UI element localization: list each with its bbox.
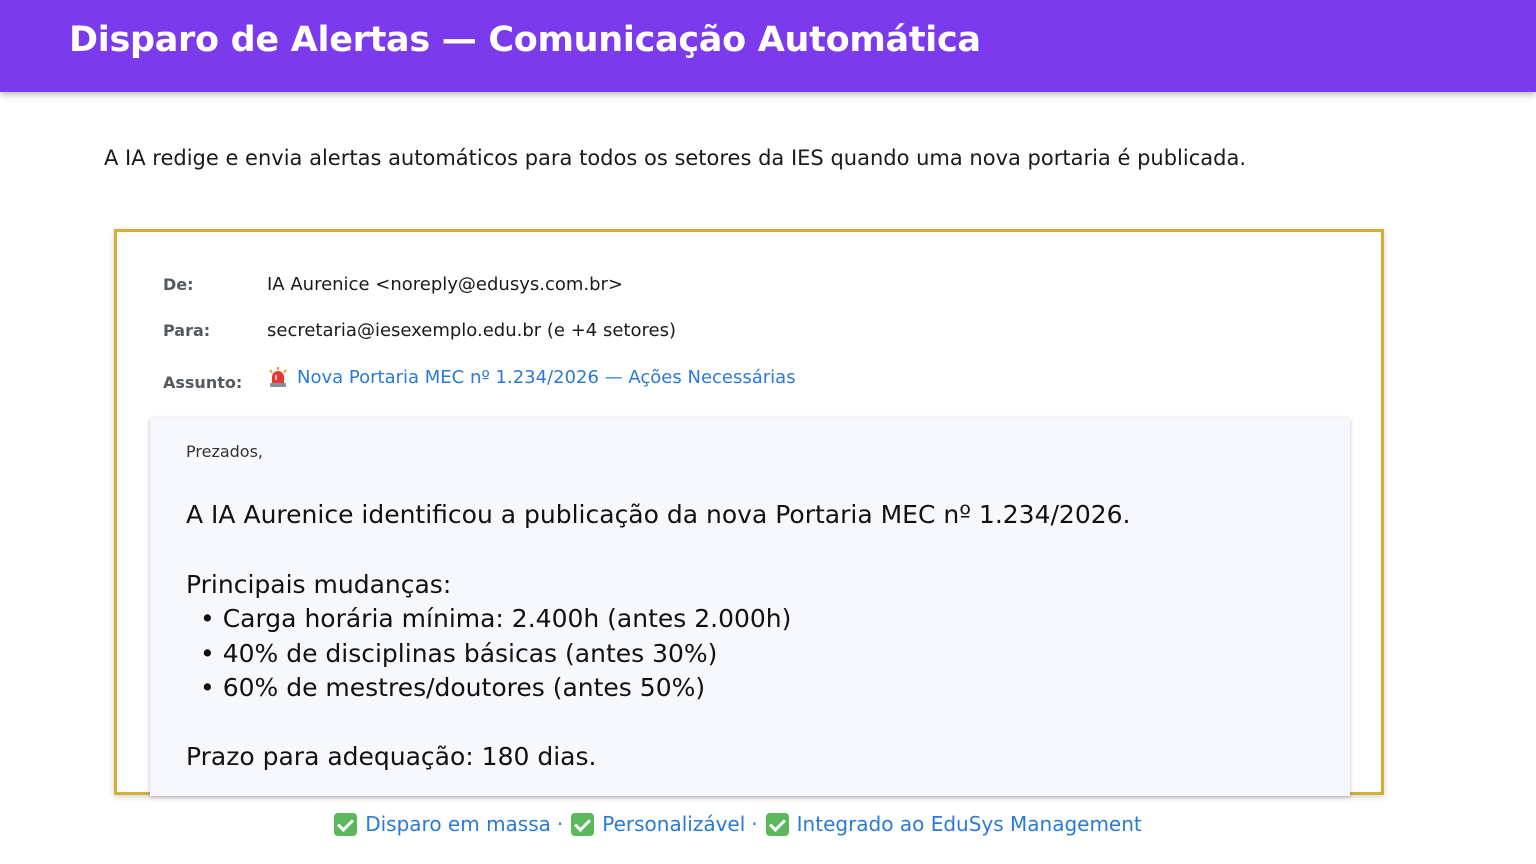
check-icon xyxy=(765,812,789,836)
body-line-1: A IA Aurenice identificou a publicação d… xyxy=(186,500,1131,529)
to-value: secretaria@iesexemplo.edu.br (e +4 setor… xyxy=(267,320,676,341)
email-preview: De: IA Aurenice <noreply@edusys.com.br> … xyxy=(114,229,1384,796)
to-row: Para: secretaria@iesexemplo.edu.br (e +4… xyxy=(163,320,676,341)
intro-text: A IA redige e envia alertas automáticos … xyxy=(104,146,1246,170)
feature-item: Personalizável xyxy=(602,812,746,836)
check-icon xyxy=(571,812,595,836)
change-item: • 60% de mestres/doutores (antes 50%) xyxy=(200,673,706,702)
subject-label: Assunto: xyxy=(163,373,243,392)
siren-icon xyxy=(267,366,289,388)
greeting: Prezados, xyxy=(186,442,264,461)
from-value: IA Aurenice <noreply@edusys.com.br> xyxy=(267,274,624,295)
top-bar: Disparo de Alertas — Comunicação Automát… xyxy=(0,0,1536,92)
feature-item: Disparo em massa xyxy=(365,812,551,836)
check-icon xyxy=(334,812,358,836)
to-label: Para: xyxy=(163,321,211,340)
change-item: • 40% de disciplinas básicas (antes 30%) xyxy=(200,639,718,668)
subject-value-wrap[interactable]: Nova Portaria MEC nº 1.234/2026 — Ações … xyxy=(267,366,796,388)
feature-item: Integrado ao EduSys Management xyxy=(796,812,1142,836)
from-row: De: IA Aurenice <noreply@edusys.com.br> xyxy=(163,274,623,295)
feature-list: Disparo em massa · Personalizável · Inte… xyxy=(0,812,1476,836)
change-item: • Carga horária mínima: 2.400h (antes 2.… xyxy=(200,604,792,633)
separator: · xyxy=(751,812,758,836)
subject-row: Assunto: Nova Portaria MEC nº 1.234/2026… xyxy=(163,366,796,393)
changes-title: Principais mudanças: xyxy=(186,570,452,599)
subject-value: Nova Portaria MEC nº 1.234/2026 — Ações … xyxy=(297,366,796,388)
email-body: Prezados, A IA Aurenice identificou a pu… xyxy=(150,418,1350,796)
from-label: De: xyxy=(163,275,194,294)
deadline-line: Prazo para adequação: 180 dias. xyxy=(186,742,597,771)
page-title: Disparo de Alertas — Comunicação Automát… xyxy=(69,20,981,60)
separator: · xyxy=(556,812,564,836)
